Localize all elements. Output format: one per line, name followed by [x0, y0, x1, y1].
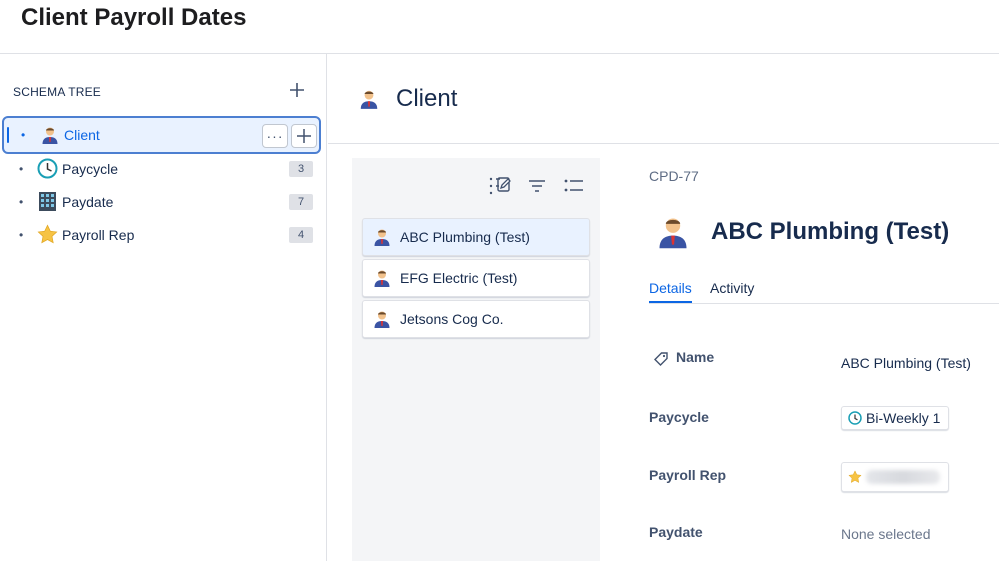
list-item-label: EFG Electric (Test) [400, 270, 518, 286]
tab-details[interactable]: Details [649, 280, 692, 303]
plus-icon [290, 83, 304, 97]
tree-item-label: Client [64, 127, 100, 143]
schema-tree-sidebar: SCHEMA TREE • Client ··· • Paycycle 3 • [0, 54, 327, 561]
list-item-label: ABC Plumbing (Test) [400, 229, 530, 245]
list-view-icon[interactable] [561, 175, 586, 197]
more-options-button[interactable]: ··· [262, 124, 288, 148]
person-icon [372, 227, 392, 247]
list-toolbar [487, 175, 586, 197]
person-icon [372, 268, 392, 288]
name-label: Name [676, 349, 715, 365]
payroll-rep-label: Payroll Rep [649, 467, 727, 483]
payroll-rep-chip[interactable] [841, 462, 949, 492]
object-title: ABC Plumbing (Test) [711, 218, 950, 245]
list-item[interactable]: EFG Electric (Test) [362, 259, 590, 297]
paycycle-value: Bi-Weekly 1 [866, 410, 941, 426]
bullet-icon: • [19, 161, 24, 176]
add-child-button[interactable] [291, 124, 317, 148]
star-icon [37, 224, 58, 245]
list-item[interactable]: Jetsons Cog Co. [362, 300, 590, 338]
person-icon [358, 88, 380, 110]
person-icon [372, 309, 392, 329]
filter-icon[interactable] [524, 175, 549, 197]
tree-item-paycycle[interactable]: • Paycycle 3 [0, 152, 327, 185]
calendar-grid-icon [37, 191, 58, 212]
tree-item-label: Payroll Rep [62, 226, 135, 243]
main-title: Client [396, 85, 458, 112]
name-value[interactable]: ABC Plumbing (Test) [841, 355, 971, 371]
paydate-value[interactable]: None selected [841, 526, 931, 542]
object-list-panel: ABC Plumbing (Test) EFG Electric (Test) … [352, 158, 600, 561]
count-badge: 7 [289, 193, 313, 210]
page-title: Client Payroll Dates [21, 4, 247, 31]
bullet-icon: • [19, 227, 24, 242]
tab-activity[interactable]: Activity [710, 280, 754, 296]
main-header: Client [328, 54, 999, 144]
page-header: Client Payroll Dates [0, 0, 999, 54]
tree-item-label: Paycycle [62, 160, 119, 177]
clock-icon [37, 158, 58, 179]
bullet-icon: • [19, 194, 24, 209]
clock-icon [848, 411, 862, 425]
redacted-name [866, 470, 940, 484]
count-badge: 3 [289, 160, 313, 177]
star-icon [848, 470, 862, 483]
list-item-label: Jetsons Cog Co. [400, 311, 504, 327]
more-icon: ··· [266, 128, 284, 144]
person-icon [39, 125, 60, 146]
selection-indicator [7, 127, 9, 143]
object-key: CPD-77 [649, 168, 699, 184]
bullet-icon: • [21, 128, 26, 142]
detail-tabs: Details Activity [649, 278, 999, 304]
tree-item-label: Paydate [62, 193, 114, 210]
list-item[interactable]: ABC Plumbing (Test) [362, 218, 590, 256]
edit-list-icon[interactable] [487, 175, 512, 197]
tree-item-client[interactable]: • Client ··· [2, 116, 321, 154]
plus-icon [297, 129, 311, 143]
object-detail-panel: CPD-77 ABC Plumbing (Test) Details Activ… [600, 144, 999, 561]
schema-tree-heading: SCHEMA TREE [13, 85, 101, 99]
tree-item-paydate[interactable]: • Paydate 7 [0, 185, 327, 218]
add-schema-button[interactable] [286, 79, 308, 101]
paycycle-label: Paycycle [649, 409, 709, 425]
paycycle-chip[interactable]: Bi-Weekly 1 [841, 406, 950, 430]
tag-icon [653, 351, 669, 372]
count-badge: 4 [289, 226, 313, 243]
tree-item-payroll-rep[interactable]: • Payroll Rep 4 [0, 218, 327, 251]
paydate-label: Paydate [649, 524, 703, 540]
person-icon [655, 214, 691, 250]
